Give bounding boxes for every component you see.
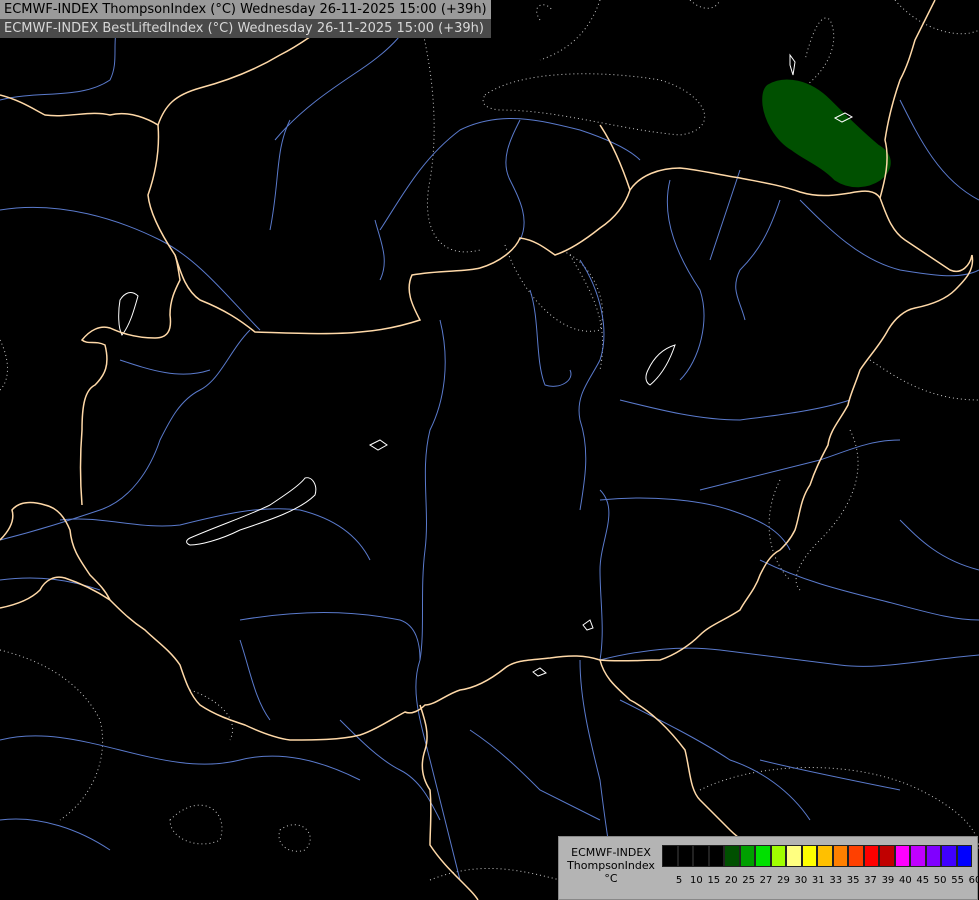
legend-tick: 30 xyxy=(794,875,808,886)
legend-tick: 33 xyxy=(829,875,843,886)
legend-tick: 15 xyxy=(707,875,721,886)
legend-swatch xyxy=(832,845,848,867)
legend-swatch xyxy=(724,845,740,867)
legend-tick: 20 xyxy=(724,875,738,886)
legend-swatch xyxy=(879,845,895,867)
legend-model: ECMWF-INDEX xyxy=(571,846,651,859)
legend-swatch xyxy=(941,845,957,867)
legend-swatch xyxy=(910,845,926,867)
legend-tick: 31 xyxy=(811,875,825,886)
legend-swatch xyxy=(894,845,910,867)
legend-tick: 50 xyxy=(933,875,947,886)
legend-swatch xyxy=(770,845,786,867)
legend-swatch xyxy=(755,845,771,867)
legend-tick: 25 xyxy=(742,875,756,886)
legend-swatch xyxy=(956,845,972,867)
legend-swatch xyxy=(801,845,817,867)
legend-swatch xyxy=(662,845,678,867)
legend-swatch xyxy=(817,845,833,867)
legend-swatch xyxy=(677,845,693,867)
legend-tick: 35 xyxy=(846,875,860,886)
legend-tick: 29 xyxy=(777,875,790,886)
legend-label: ECMWF-INDEX ThompsonIndex °C xyxy=(561,846,661,885)
legend-swatch xyxy=(693,845,709,867)
legend-tick: 55 xyxy=(951,875,964,886)
legend-swatches xyxy=(662,845,972,867)
legend-swatch xyxy=(786,845,802,867)
legend-unit: °C xyxy=(604,872,618,885)
map-title: ECMWF-INDEX ThompsonIndex (°C) Wednesday… xyxy=(0,0,491,38)
legend-swatch xyxy=(708,845,724,867)
legend-tick: 10 xyxy=(690,875,703,886)
legend-swatch xyxy=(925,845,941,867)
legend-swatch xyxy=(848,845,864,867)
color-legend: ECMWF-INDEX ThompsonIndex °C 5 10 15 20 25 27… xyxy=(558,836,979,900)
weather-map xyxy=(0,0,979,900)
legend-tick: 60 xyxy=(968,875,979,886)
legend-tick: 5 xyxy=(675,875,683,886)
title-thompson-index: ECMWF-INDEX ThompsonIndex (°C) Wednesday… xyxy=(0,0,491,19)
legend-tick: 27 xyxy=(759,875,773,886)
title-best-lifted-index: ECMWF-INDEX BestLiftedIndex (°C) Wednesd… xyxy=(0,19,491,38)
legend-parameter: ThompsonIndex xyxy=(567,859,655,872)
legend-ticks: 5 10 15 20 25 27 29 30 31 33 35 37 39 40 45 50 55 60 xyxy=(671,875,979,889)
legend-swatch xyxy=(739,845,755,867)
legend-tick: 45 xyxy=(916,875,930,886)
legend-tick: 40 xyxy=(898,875,912,886)
legend-tick: 37 xyxy=(864,875,877,886)
legend-tick: 39 xyxy=(881,875,895,886)
legend-swatch xyxy=(863,845,879,867)
